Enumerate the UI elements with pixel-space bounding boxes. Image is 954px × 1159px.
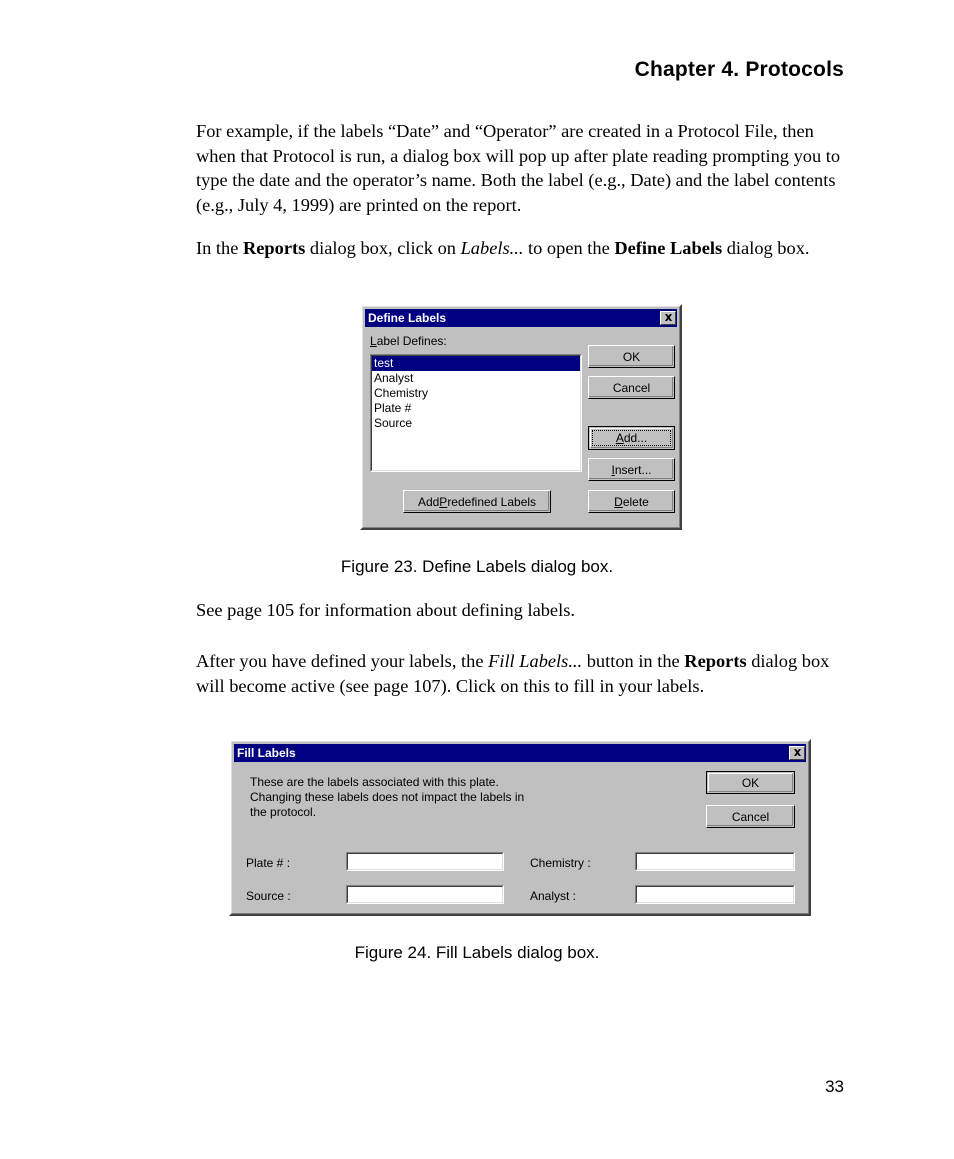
dialog-title: Fill Labels [237, 746, 296, 760]
add-button-face: Add... [590, 428, 673, 448]
fill-labels-description: These are the labels associated with thi… [250, 775, 525, 819]
add-predefined-suffix: redefined Labels [447, 494, 537, 509]
ok-button[interactable]: OK [588, 345, 675, 368]
dialog-title: Define Labels [368, 311, 447, 325]
delete-button-label: elete [622, 494, 649, 509]
text-run-bold: Reports [242, 238, 306, 258]
input-inner [347, 853, 503, 870]
add-predefined-labels-button[interactable]: Add Predefined Labels [403, 490, 551, 513]
accelerator-letter: P [439, 494, 448, 509]
label-text: abel Defines: [376, 334, 447, 348]
ok-button-face: OK [708, 773, 793, 792]
accelerator-letter: L [370, 334, 377, 348]
paragraph-see-page: See page 105 for information about defin… [196, 600, 575, 620]
list-item[interactable]: test [372, 356, 580, 371]
text-run: dialog box, click on [305, 238, 461, 258]
cancel-button[interactable]: Cancel [706, 805, 795, 828]
source-input[interactable] [346, 885, 504, 904]
text-run-bold: Reports [684, 651, 747, 671]
accelerator-letter: A [615, 431, 624, 445]
fill-labels-dialog: Fill Labels These are the labels associa… [229, 739, 811, 916]
text-run: button in the [582, 651, 685, 671]
input-inner [347, 886, 503, 903]
paragraph-intro: For example, if the labels “Date” and “O… [196, 121, 841, 215]
input-inner [636, 886, 794, 903]
insert-button-label: nsert... [614, 462, 652, 477]
add-button[interactable]: Add... [588, 426, 675, 450]
analyst-label: Analyst : [530, 889, 577, 903]
ok-button[interactable]: OK [706, 771, 795, 794]
paragraph-reports: In the Reports dialog box, click on Labe… [196, 236, 844, 261]
list-item[interactable]: Chemistry [372, 386, 580, 401]
define-labels-dialog: Define Labels Label Defines: test Analys… [360, 304, 682, 530]
figure-23-caption: Figure 23. Define Labels dialog box. [340, 557, 614, 576]
ok-button-label: OK [741, 775, 760, 790]
page-number: 33 [825, 1077, 844, 1096]
plate-number-input[interactable] [346, 852, 504, 871]
source-label: Source : [246, 889, 291, 903]
dialog-inner: Define Labels Label Defines: test Analys… [362, 306, 680, 528]
cancel-button-label: Cancel [612, 380, 651, 395]
add-predefined-prefix: Add [417, 494, 440, 509]
figure-24-caption: Figure 24. Fill Labels dialog box. [354, 943, 600, 962]
label-defines-listbox[interactable]: test Analyst Chemistry Plate # Source [370, 354, 582, 472]
list-item[interactable]: Plate # [372, 401, 580, 416]
insert-button[interactable]: Insert... [588, 458, 675, 481]
paragraph-fill-labels: After you have defined your labels, the … [196, 649, 844, 698]
titlebar: Define Labels [365, 309, 677, 327]
text-run: dialog box. [722, 238, 810, 258]
close-icon[interactable] [789, 746, 805, 760]
cancel-button[interactable]: Cancel [588, 376, 675, 399]
listbox-inner: test Analyst Chemistry Plate # Source [371, 355, 581, 471]
chemistry-label: Chemistry : [530, 856, 591, 870]
text-run-bold: Define Labels [614, 238, 723, 258]
list-item[interactable]: Analyst [372, 371, 580, 386]
accelerator-letter: D [614, 494, 623, 509]
list-item[interactable]: Source [372, 416, 580, 431]
text-run-italic: Labels... [460, 238, 524, 258]
text-run: After you have defined your labels, the [196, 651, 489, 671]
close-icon[interactable] [660, 311, 676, 325]
add-button-label: dd... [623, 431, 648, 445]
ok-button-label: OK [622, 349, 641, 364]
delete-button[interactable]: Delete [588, 490, 675, 513]
label-defines-label: Label Defines: [370, 334, 447, 348]
page-header: Chapter 4. Protocols [634, 58, 844, 81]
input-inner [636, 853, 794, 870]
text-run: to open the [523, 238, 615, 258]
cancel-button-label: Cancel [731, 809, 770, 824]
analyst-input[interactable] [635, 885, 795, 904]
plate-number-label: Plate # : [246, 856, 291, 870]
text-run-italic: Fill Labels... [488, 651, 583, 671]
text-run: In the [196, 238, 243, 258]
titlebar: Fill Labels [234, 744, 806, 762]
chemistry-input[interactable] [635, 852, 795, 871]
dialog-inner: Fill Labels These are the labels associa… [231, 741, 809, 914]
